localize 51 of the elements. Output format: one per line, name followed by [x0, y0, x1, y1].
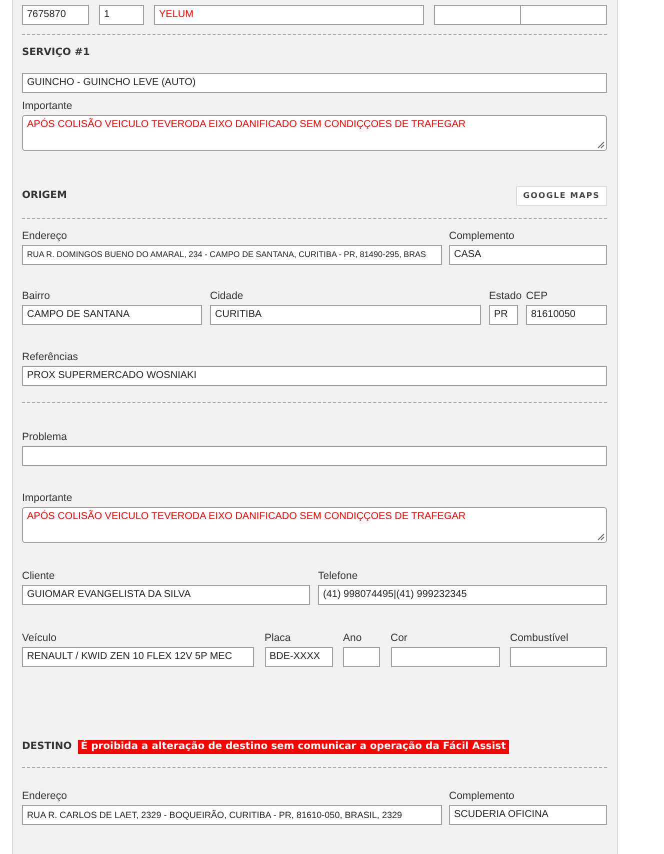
input-field[interactable]: PROX SUPERMERCADO WOSNIAKI	[22, 366, 607, 386]
input-field[interactable]: CURITIBA	[210, 305, 481, 325]
google-maps-button[interactable]: GOOGLE MAPS	[516, 186, 607, 206]
text-area[interactable]: APÓS COLISÃO VEICULO TEVERODA EIXO DANIFICADO SEM CONDIÇÇOES DE TRAFEGAR	[22, 507, 607, 543]
input-field[interactable]: BDE-XXXX	[264, 647, 332, 667]
field-label: Problema	[22, 431, 67, 443]
input-field[interactable]: 7675870	[22, 5, 89, 25]
field-label: CEP	[526, 290, 548, 302]
section-heading: DESTINO	[22, 740, 72, 754]
date-field[interactable]	[434, 5, 521, 25]
input-field[interactable]	[22, 446, 607, 466]
field-label: Estado	[489, 290, 522, 302]
input-field[interactable]	[390, 647, 500, 667]
input-field[interactable]: RENAULT / KWID ZEN 10 FLEX 12V 5P MEC	[22, 647, 254, 667]
input-field[interactable]: CAMPO DE SANTANA	[22, 305, 202, 325]
field-label: Endereço	[22, 790, 67, 802]
warning-label: É proibida a alteração de destino sem comunicar a operação da Fácil Assist	[78, 740, 509, 754]
time-field[interactable]	[521, 5, 607, 25]
input-field[interactable]: 81610050	[526, 305, 607, 325]
input-field[interactable]: PR	[489, 305, 518, 325]
text-area[interactable]: APÓS COLISÃO VEICULO TEVERODA EIXO DANIFICADO SEM CONDIÇÇOES DE TRAFEGAR	[22, 115, 607, 151]
field-label: Complemento	[449, 230, 514, 242]
field-label: Cliente	[22, 570, 55, 582]
section-heading: ORIGEM	[22, 189, 67, 203]
input-field[interactable]: GUINCHO - GUINCHO LEVE (AUTO)	[22, 73, 607, 93]
field-label: Placa	[264, 632, 291, 644]
input-field[interactable]	[510, 647, 607, 667]
input-field[interactable]: YELUM	[154, 5, 424, 25]
field-label: Combustível	[510, 632, 568, 644]
field-label: Endereço	[22, 230, 67, 242]
resize-grip-icon[interactable]	[597, 141, 605, 149]
input-field[interactable]: RUA R. CARLOS DE LAET, 2329 - BOQUEIRÃO, CURITIBA - PR, 81610-050, BRASIL, 2329	[22, 805, 442, 825]
input-field[interactable]	[343, 647, 380, 667]
field-label: Referências	[22, 351, 78, 363]
input-field[interactable]: CASA	[449, 245, 607, 265]
field-label: Veículo	[22, 632, 56, 644]
field-label: Telefone	[318, 570, 358, 582]
input-field[interactable]: RUA R. DOMINGOS BUENO DO AMARAL, 234 - CAMPO DE SANTANA, CURITIBA - PR, 81490-295, BRAS	[22, 245, 442, 265]
field-label: Complemento	[449, 790, 514, 802]
input-field[interactable]: (41) 998074495|(41) 999232345	[318, 585, 607, 605]
resize-grip-icon[interactable]	[597, 533, 605, 541]
input-field[interactable]: 1	[99, 5, 144, 25]
field-label: Cidade	[210, 290, 244, 302]
input-field[interactable]: GUIOMAR EVANGELISTA DA SILVA	[22, 585, 310, 605]
field-label: Cor	[390, 632, 408, 644]
input-field[interactable]: SCUDERIA OFICINA	[449, 805, 607, 825]
field-label: Importante	[22, 100, 72, 112]
field-label: Importante	[22, 492, 72, 504]
section-heading: SERVIÇO #1	[22, 46, 91, 60]
field-label: Bairro	[22, 290, 50, 302]
field-label: Ano	[343, 632, 362, 644]
